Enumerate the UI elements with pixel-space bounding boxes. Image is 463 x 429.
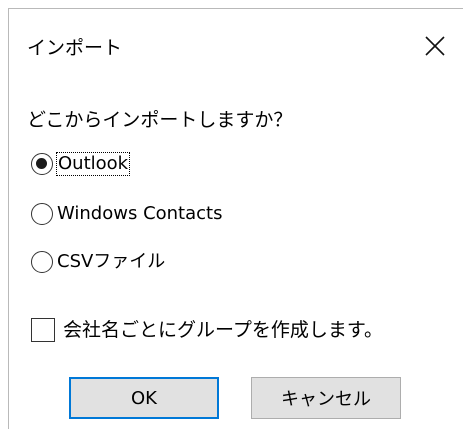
cancel-button[interactable]: キャンセル (251, 377, 401, 419)
radio-button[interactable] (31, 203, 53, 225)
group-by-company-checkbox[interactable] (31, 318, 55, 342)
radio-button[interactable] (31, 251, 53, 273)
title-bar: インポート (9, 9, 463, 73)
group-by-company-label: 会社名ごとにグループを作成します。 (63, 319, 383, 341)
radio-outlook-label: Outlook (55, 152, 131, 176)
radio-button-selected[interactable] (31, 153, 53, 175)
dialog-title: インポート (27, 37, 123, 59)
import-question: どこからインポートしますか？ (27, 109, 293, 131)
close-button[interactable] (411, 23, 463, 69)
group-by-company-checkbox-row[interactable]: 会社名ごとにグループを作成します。 (31, 315, 383, 345)
radio-windows-contacts[interactable]: Windows Contacts (31, 201, 222, 227)
radio-windows-contacts-label: Windows Contacts (57, 203, 223, 224)
import-dialog: インポート どこからインポートしますか？ Outlook Windows Con… (8, 8, 463, 429)
ok-button[interactable]: OK (69, 377, 219, 419)
close-icon (425, 36, 445, 56)
radio-csv-file[interactable]: CSVファイル (31, 249, 165, 275)
radio-outlook[interactable]: Outlook (31, 151, 131, 177)
radio-csv-file-label: CSVファイル (57, 251, 166, 272)
